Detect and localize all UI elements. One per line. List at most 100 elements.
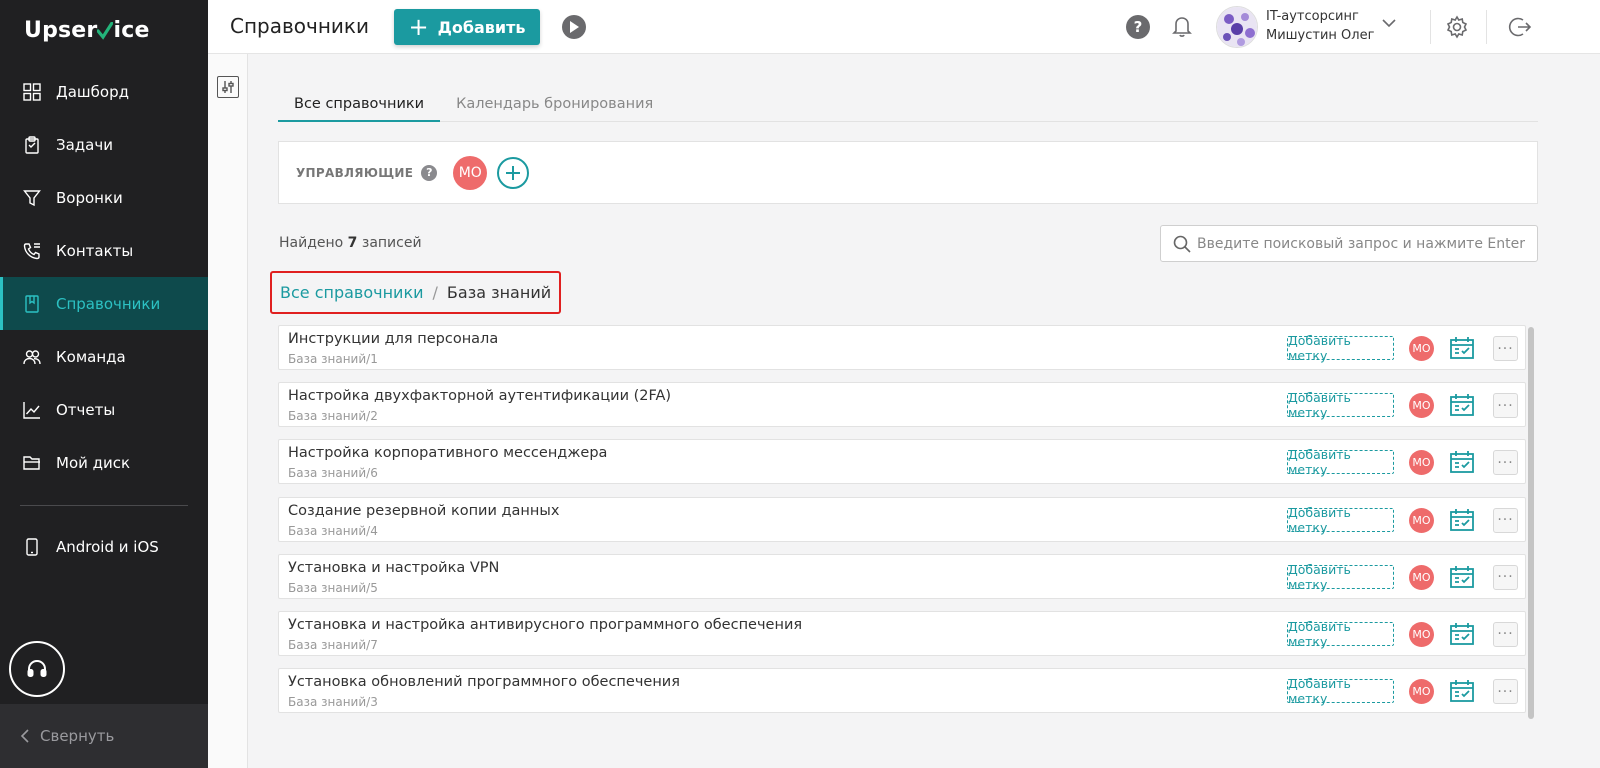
booking-calendar-button[interactable] — [1449, 507, 1475, 533]
more-actions-button[interactable]: ··· — [1493, 621, 1518, 647]
booking-calendar-button[interactable] — [1449, 564, 1475, 590]
more-actions-button[interactable]: ··· — [1493, 679, 1518, 705]
responsible-avatar[interactable]: МО — [1409, 564, 1434, 590]
list-item[interactable]: Настройка двухфакторной аутентификации (… — [278, 382, 1526, 428]
booking-calendar-button[interactable] — [1449, 335, 1475, 361]
list-item[interactable]: Создание резервной копии данных База зна… — [278, 496, 1526, 542]
manager-avatar[interactable]: МО — [453, 155, 488, 190]
more-actions-button[interactable]: ··· — [1493, 336, 1518, 361]
add-tag-button[interactable]: Добавить метку — [1287, 333, 1394, 363]
list-item[interactable]: Установка и настройка антивирусного прог… — [278, 610, 1526, 656]
add-tag-button[interactable]: Добавить метку — [1287, 505, 1394, 535]
help-button[interactable]: ? — [1126, 15, 1150, 39]
more-actions-button[interactable]: ··· — [1493, 507, 1518, 533]
chevron-left-icon — [20, 729, 29, 743]
responsible-avatar[interactable]: МО — [1409, 621, 1434, 647]
responsible-avatar[interactable]: МО — [1409, 336, 1434, 361]
more-actions-button[interactable]: ··· — [1493, 564, 1518, 590]
user-name: Мишустин Олег — [1266, 28, 1375, 43]
booking-calendar-button[interactable] — [1449, 392, 1475, 418]
settings-button[interactable] — [1445, 15, 1469, 39]
sidebar-item-label: Android и iOS — [56, 537, 159, 556]
item-title[interactable]: Установка и настройка VPN — [288, 560, 499, 576]
dashboard-grid-icon — [23, 82, 41, 101]
responsible-avatar[interactable]: МО — [1409, 507, 1434, 533]
list-item[interactable]: Установка обновлений программного обеспе… — [278, 668, 1526, 714]
item-title[interactable]: Настройка корпоративного мессенджера — [288, 445, 607, 461]
item-title[interactable]: Установка обновлений программного обеспе… — [288, 674, 680, 690]
logo-check-icon — [97, 21, 114, 40]
item-title[interactable]: Инструкции для персонала — [288, 331, 498, 347]
sliders-icon — [222, 81, 234, 93]
sidebar-item-tasks[interactable]: Задачи — [0, 118, 208, 171]
sidebar: Upser ice Дашборд Задачи Воронки Контакт… — [0, 0, 208, 768]
responsible-avatar[interactable]: МО — [1409, 450, 1434, 476]
tab-booking-calendar[interactable]: Календарь бронирования — [440, 90, 669, 122]
item-path: База знаний/5 — [288, 580, 378, 595]
records-count: Найдено 7 записей — [279, 235, 422, 251]
item-title[interactable]: Установка и настройка антивирусного прог… — [288, 617, 802, 633]
sidebar-item-contacts[interactable]: Контакты — [0, 224, 208, 277]
ellipsis-icon: ··· — [1497, 397, 1514, 414]
sidebar-item-reports[interactable]: Отчеты — [0, 383, 208, 436]
booking-calendar-button[interactable] — [1449, 678, 1475, 704]
breadcrumb-current: База знаний — [446, 283, 552, 302]
add-tag-button[interactable]: Добавить метку — [1287, 390, 1394, 420]
filter-strip — [208, 54, 248, 768]
add-tag-button[interactable]: Добавить метку — [1287, 619, 1394, 649]
funnel-icon — [23, 189, 41, 206]
headset-icon — [27, 659, 47, 677]
phone-contacts-icon — [23, 242, 40, 259]
add-tag-button[interactable]: Добавить метку — [1287, 447, 1394, 477]
topbar-divider — [1486, 10, 1487, 44]
question-icon[interactable]: ? — [421, 164, 438, 181]
sidebar-item-directories[interactable]: Справочники — [0, 277, 208, 330]
responsible-avatar[interactable]: МО — [1409, 393, 1434, 419]
add-manager-button[interactable] — [497, 156, 530, 189]
item-title[interactable]: Настройка двухфакторной аутентификации (… — [288, 388, 671, 404]
sidebar-item-label: Команда — [56, 347, 126, 366]
booking-calendar-button[interactable] — [1449, 621, 1475, 647]
more-actions-button[interactable]: ··· — [1493, 393, 1518, 419]
sidebar-divider — [20, 505, 188, 506]
more-actions-button[interactable]: ··· — [1493, 450, 1518, 476]
tab-all-directories[interactable]: Все справочники — [278, 90, 441, 122]
support-button[interactable] — [9, 641, 65, 697]
user-menu-toggle[interactable] — [1382, 18, 1396, 28]
responsible-avatar[interactable]: МО — [1409, 679, 1434, 705]
user-info[interactable]: IT-аутсорсинг Мишустин Олег — [1266, 7, 1374, 45]
add-button[interactable]: + Добавить — [394, 9, 540, 45]
collapse-sidebar-button[interactable]: Свернуть — [0, 704, 208, 768]
question-icon: ? — [1133, 18, 1143, 36]
sidebar-item-android-ios[interactable]: Android и iOS — [0, 520, 208, 573]
sidebar-item-my-disk[interactable]: Мой диск — [0, 436, 208, 489]
calendar-list-icon — [1450, 337, 1474, 359]
breadcrumb-parent-link[interactable]: Все справочники — [280, 283, 424, 302]
calendar-list-icon — [1450, 508, 1474, 531]
sidebar-item-dashboard[interactable]: Дашборд — [0, 65, 208, 118]
logout-icon — [1508, 17, 1532, 37]
list-item[interactable]: Настройка корпоративного мессенджера Баз… — [278, 439, 1526, 485]
sidebar-item-funnels[interactable]: Воронки — [0, 171, 208, 224]
notifications-button[interactable] — [1172, 14, 1192, 38]
found-count: 7 — [347, 235, 358, 251]
list-scrollbar[interactable] — [1528, 327, 1534, 719]
sidebar-item-label: Задачи — [56, 135, 113, 154]
list-item[interactable]: Инструкции для персонала База знаний/1 Д… — [278, 325, 1526, 370]
organization-avatar[interactable] — [1216, 6, 1258, 48]
play-tutorial-button[interactable] — [562, 15, 586, 39]
sidebar-item-team[interactable]: Команда — [0, 330, 208, 383]
booking-calendar-button[interactable] — [1449, 449, 1475, 475]
item-title[interactable]: Создание резервной копии данных — [288, 503, 559, 519]
add-tag-button[interactable]: Добавить метку — [1287, 676, 1394, 706]
plus-icon — [506, 165, 521, 180]
filter-settings-button[interactable] — [217, 76, 239, 98]
app-logo[interactable]: Upser ice — [24, 18, 150, 43]
search-input[interactable] — [1197, 235, 1527, 252]
search-box[interactable] — [1160, 225, 1538, 262]
page-title: Справочники — [230, 14, 369, 38]
list-item[interactable]: Установка и настройка VPN База знаний/5 … — [278, 553, 1526, 599]
found-prefix: Найдено — [279, 235, 344, 251]
add-tag-button[interactable]: Добавить метку — [1287, 562, 1394, 592]
logout-button[interactable] — [1508, 15, 1532, 39]
